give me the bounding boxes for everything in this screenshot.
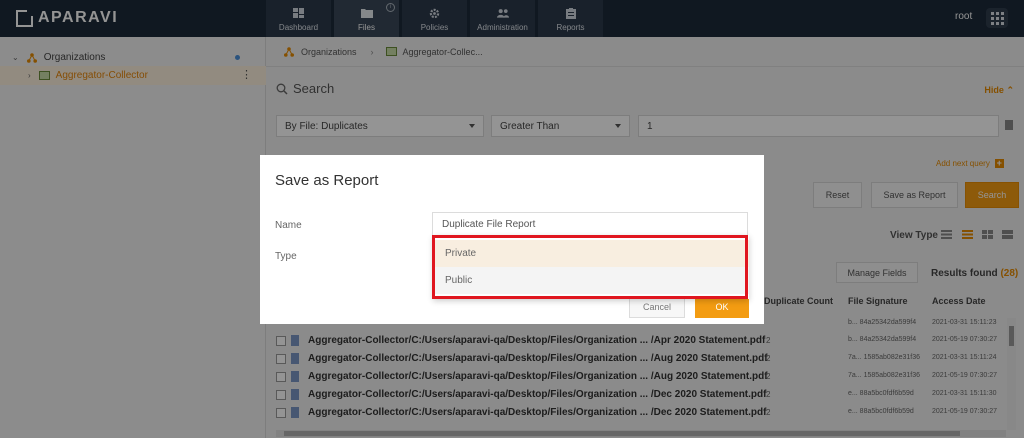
report-name-input[interactable]: Duplicate File Report — [432, 212, 748, 236]
name-label: Name — [275, 220, 302, 231]
type-label: Type — [275, 251, 297, 262]
dialog-title: Save as Report — [275, 172, 379, 189]
save-as-report-dialog: Save as Report Name Duplicate File Repor… — [260, 155, 764, 324]
highlight-box — [432, 235, 748, 299]
